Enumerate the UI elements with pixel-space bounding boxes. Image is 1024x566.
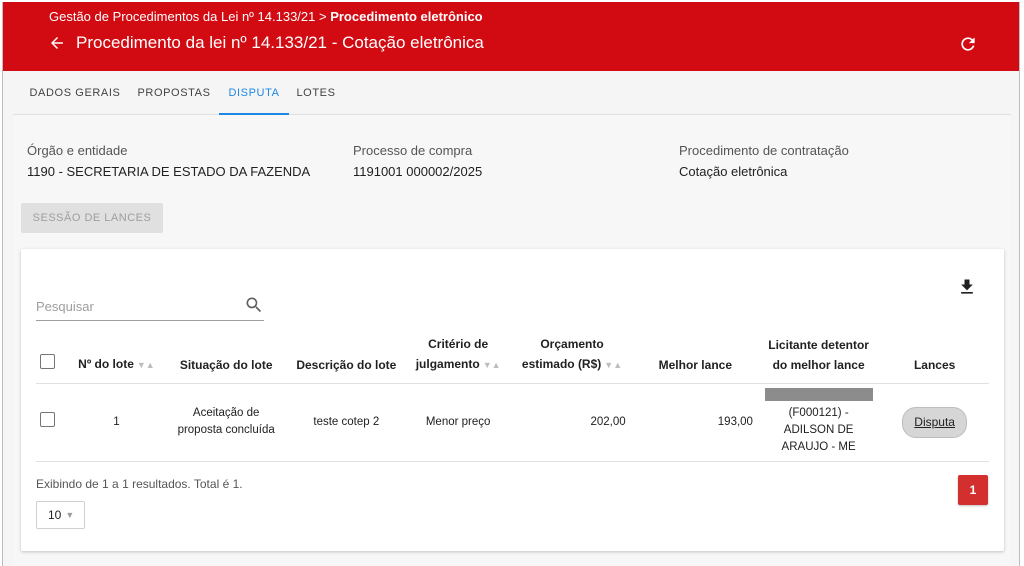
header-lote-label: Nº do lote [78,356,134,371]
header-orcamento-label-2: estimado (R$) [521,356,602,371]
select-all-checkbox[interactable] [40,353,55,369]
search-field [36,289,264,321]
page-size-value: 10 [48,508,62,522]
cell-licitante-line-1: (F000121) - [788,407,849,419]
page-title: Procedimento da lei nº 14.133/21 - Cotaç… [76,33,484,52]
pagination-page-1[interactable]: 1 [958,475,988,505]
header-descricao-label: Descrição do lote [296,357,397,372]
header-orcamento-label-1: Orçamento [540,336,604,351]
processo-label: Processo de compra [353,143,473,158]
back-button[interactable] [45,31,69,55]
cell-licitante: (F000121) - ADILSON DE ARAUJO - ME [756,383,881,462]
lotes-table: Nº do lote ▼▲ Situação do lote Descrição … [36,331,989,462]
tab-propostas[interactable]: PROPOSTAS [131,71,217,115]
cell-licitante-line-2: ADILSON DE [783,424,854,436]
cell-situacao: Aceitação de proposta concluída [165,383,287,462]
header-criterio-label-2: julgamento [415,356,480,371]
redacted-block [764,388,873,401]
orgao-value: 1190 - SECRETARIA DE ESTADO DA FAZENDA [27,164,311,179]
sort-icon: ▼▲ [482,359,501,370]
search-icon[interactable] [244,295,264,315]
download-icon [961,279,973,294]
header-licitante-label-1: Licitante detentor [768,337,869,352]
sort-icon: ▼▲ [604,359,623,370]
cell-lances: Disputa [880,383,989,462]
tab-bar: DADOS GERAIS PROPOSTAS DISPUTA LOTES [13,71,1011,115]
download-button[interactable] [955,275,979,299]
header-lances: Lances [880,331,989,384]
orgao-label: Órgão e entidade [27,143,128,158]
table-row: 1 Aceitação de proposta concluída teste c… [36,383,989,462]
header-situacao-label: Situação do lote [179,357,273,372]
cell-criterio: Menor preço [405,383,511,462]
cell-orcamento: 202,00 [510,383,634,462]
header-lote[interactable]: Nº do lote ▼▲ [67,331,166,384]
header-criterio[interactable]: Critério de julgamento ▼▲ [405,331,511,384]
header-criterio-label-1: Critério de [428,336,489,351]
page-size-select[interactable]: 10 ▼ [36,501,85,529]
breadcrumb: Gestão de Procedimentos da Lei nº 14.133… [49,9,483,24]
breadcrumb-current: Procedimento eletrônico [330,9,483,24]
header-lances-label: Lances [913,357,956,372]
sort-icon: ▼▲ [136,359,155,370]
arrow-left-icon [51,37,63,49]
main-content: Órgão e entidade 1190 - SECRETARIA DE ES… [13,115,1011,566]
row-select-cell [36,383,68,462]
results-summary: Exibindo de 1 a 1 resultados. Total é 1. [36,477,243,491]
header-select-all [36,331,68,384]
cell-melhor-lance: 193,00 [633,383,757,462]
sessao-de-lances-button[interactable]: SESSÃO DE LANCES [21,203,163,233]
cell-lote: 1 [67,383,166,462]
row-checkbox[interactable] [40,411,55,427]
header-descricao: Descrição do lote [286,331,406,384]
processo-value: 1191001 000002/2025 [353,164,483,179]
header-melhor-lance: Melhor lance [633,331,757,384]
header-licitante-label-2: do melhor lance [772,357,865,372]
disputa-button[interactable]: Disputa [902,406,967,438]
header-licitante: Licitante detentor do melhor lance [756,331,881,384]
procedimento-value: Cotação eletrônica [679,164,788,179]
breadcrumb-separator: > [315,9,331,24]
app-window: Gestão de Procedimentos da Lei nº 14.133… [2,2,1020,566]
tab-dados-gerais[interactable]: DADOS GERAIS [25,71,125,115]
header-situacao: Situação do lote [165,331,287,384]
header-melhor-lance-label: Melhor lance [658,357,732,372]
header-orcamento[interactable]: Orçamento estimado (R$) ▼▲ [510,331,634,384]
chevron-down-icon: ▼ [65,510,75,520]
search-input[interactable] [36,295,236,317]
page-header: Gestão de Procedimentos da Lei nº 14.133… [3,2,1019,71]
lotes-card: Nº do lote▼▲ Situação do lote Descrição … [21,249,1004,551]
cell-situacao-line-1: Aceitação de [192,407,260,419]
cell-licitante-line-3: ARAUJO - ME [781,441,856,453]
cell-descricao: teste cotep 2 [286,383,406,462]
breadcrumb-parent-link[interactable]: Gestão de Procedimentos da Lei nº 14.133… [49,9,315,24]
tab-disputa[interactable]: DISPUTA [219,71,289,115]
refresh-icon [961,37,975,51]
cell-situacao-line-2: proposta concluída [177,424,275,436]
refresh-button[interactable] [955,31,981,57]
table-header-row: Nº do lote ▼▲ Situação do lote Descrição … [36,331,989,384]
tab-lotes[interactable]: LOTES [291,71,341,115]
procedimento-label: Procedimento de contratação [679,143,849,158]
